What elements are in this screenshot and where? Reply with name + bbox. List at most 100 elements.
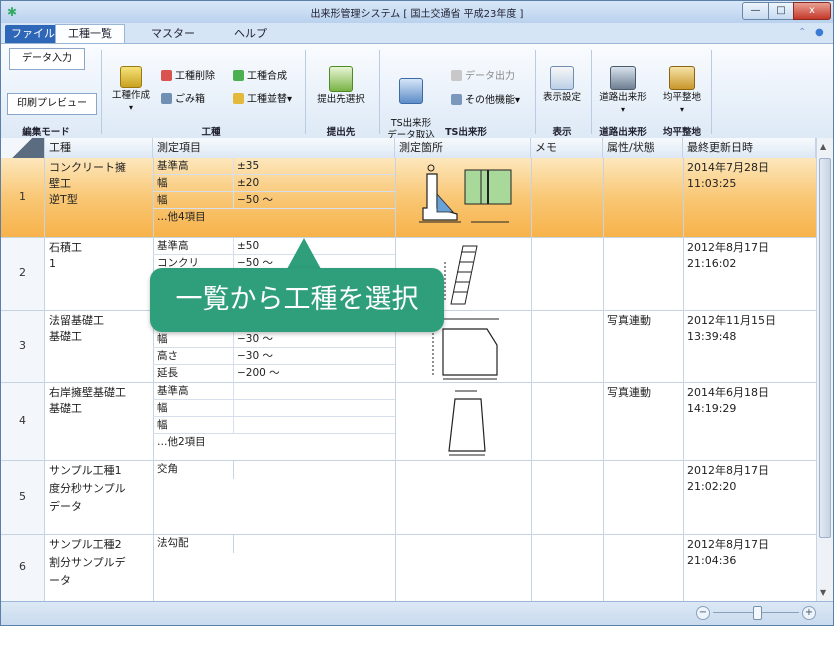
dropdown-arrow-icon: ▾: [128, 103, 133, 112]
worktype-name: コンクリート擁: [49, 161, 126, 174]
worktype-name: 壁工: [49, 177, 71, 190]
row-number[interactable]: 4: [1, 383, 45, 460]
scroll-up-icon[interactable]: ▲: [820, 142, 826, 151]
worktype-name: 度分秒サンプル: [49, 482, 126, 495]
header-measure-location[interactable]: 測定箇所: [395, 138, 531, 158]
zoom-in-button[interactable]: +: [802, 606, 816, 620]
column-divider: [395, 158, 396, 237]
group-separator: [379, 50, 380, 134]
measure-item: 基準高: [153, 383, 395, 400]
table-row[interactable]: 1 コンクリート擁 壁工 逆T型 基準高 ±35 幅 ±20 幅 −50 ～ …他4項…: [1, 158, 816, 238]
tab-file[interactable]: ファイル: [5, 25, 61, 43]
row-number[interactable]: 6: [1, 535, 45, 601]
column-divider: [683, 238, 684, 310]
instruction-callout: 一覧から工種を選択: [150, 268, 444, 332]
leveling-button[interactable]: 均平整地 ▾: [657, 66, 707, 116]
zoom-out-button[interactable]: −: [696, 606, 710, 620]
table-row[interactable]: 5 サンプル工種1 度分秒サンプル データ 交角 2012年8月17日 21:0…: [1, 461, 816, 535]
group-separator: [711, 50, 712, 134]
data-output-icon: [451, 70, 462, 81]
column-divider: [531, 311, 532, 382]
measure-item: 幅: [153, 417, 395, 434]
header-status[interactable]: 属性/状態: [603, 138, 683, 158]
maximize-button[interactable]: □: [768, 2, 794, 20]
group-label-display: 表示: [552, 127, 572, 138]
data-output-label: データ出力: [465, 71, 515, 82]
other-functions-icon: [451, 94, 462, 105]
column-divider: [683, 158, 684, 237]
status-text: 写真連動: [607, 386, 651, 399]
tab-master[interactable]: マスター: [139, 25, 207, 43]
scroll-thumb[interactable]: [819, 158, 831, 538]
trash-button[interactable]: ごみ箱: [161, 93, 205, 107]
delete-worktype-button[interactable]: 工種削除: [161, 70, 215, 84]
status-text: 写真連動: [607, 314, 651, 327]
select-destination-button[interactable]: 提出先選択: [309, 66, 373, 106]
column-divider: [233, 535, 234, 553]
measure-item: …他4項目: [157, 211, 206, 223]
last-updated-date: 2012年8月17日: [687, 538, 769, 551]
column-divider: [603, 238, 604, 310]
measure-item: 高さ −30 ～: [153, 348, 395, 365]
zoom-slider-thumb[interactable]: [753, 606, 762, 620]
combine-icon: [233, 70, 244, 81]
masonry-sketch: [444, 245, 478, 305]
trash-label: ごみ箱: [175, 94, 205, 105]
data-output-button[interactable]: データ出力: [451, 70, 515, 84]
column-divider: [395, 461, 396, 534]
measure-item: 基準高 ±50: [153, 238, 395, 255]
trash-icon: [161, 93, 172, 104]
last-updated-time: 21:02:20: [687, 480, 737, 493]
column-divider: [603, 383, 604, 460]
group-separator: [535, 50, 536, 134]
data-input-button[interactable]: データ入力: [9, 48, 85, 70]
leveling-icon: [669, 66, 695, 90]
minimize-button[interactable]: —: [742, 2, 769, 20]
close-button[interactable]: x: [793, 2, 831, 20]
group-separator: [101, 50, 102, 134]
grid-header: 工種 測定項目 測定箇所 メモ 属性/状態 最終更新日時: [1, 138, 816, 159]
road-dekigata-button[interactable]: 道路出来形 ▾: [591, 66, 655, 116]
combine-worktype-button[interactable]: 工種合成: [233, 70, 287, 84]
combine-worktype-label: 工種合成: [247, 71, 287, 82]
select-all-corner[interactable]: [1, 138, 45, 158]
vertical-scrollbar[interactable]: ▲ ▼: [816, 138, 833, 601]
scroll-down-icon[interactable]: ▼: [820, 588, 826, 597]
create-worktype-button[interactable]: 工種作成 ▾: [105, 66, 157, 114]
group-separator: [305, 50, 306, 134]
retaining-wall-sketch: [419, 164, 512, 223]
header-worktype[interactable]: 工種: [45, 138, 153, 158]
column-divider: [683, 461, 684, 534]
help-icon[interactable]: ●: [815, 27, 824, 38]
column-divider: [395, 535, 396, 601]
measure-item: 幅 −50 ～: [153, 192, 395, 209]
road-dekigata-label: 道路出来形: [599, 92, 647, 103]
row-number[interactable]: 2: [1, 238, 45, 310]
row-number[interactable]: 5: [1, 461, 45, 534]
display-settings-icon: [550, 66, 574, 90]
header-measure-item[interactable]: 測定項目: [153, 138, 395, 158]
group-label-road: 道路出来形: [599, 127, 647, 138]
column-divider: [603, 311, 604, 382]
group-label-worktype: 工種: [201, 127, 221, 138]
worktype-name: 石積工: [49, 241, 82, 254]
table-row[interactable]: 6 サンプル工種2 割分サンプルデ ータ 法勾配 2012年8月17日 21:0…: [1, 535, 816, 601]
column-divider: [603, 535, 604, 601]
header-last-updated[interactable]: 最終更新日時: [683, 138, 816, 158]
header-memo[interactable]: メモ: [531, 138, 603, 158]
table-row[interactable]: 4 右岸擁壁基礎工 基礎工 基準高 幅 幅 …他2項目 写真連動 2014年6月…: [1, 383, 816, 461]
worktype-name: 逆T型: [49, 193, 78, 206]
row-number[interactable]: 1: [1, 158, 45, 237]
tab-worktype-list[interactable]: 工種一覧: [55, 24, 125, 43]
other-functions-button[interactable]: その他機能▾: [451, 94, 520, 108]
group-label-leveling: 均平整地: [662, 127, 701, 138]
print-preview-button[interactable]: 印刷プレビュー: [7, 93, 97, 115]
row-number[interactable]: 3: [1, 311, 45, 382]
foundation-sketch: [448, 390, 486, 456]
column-divider: [683, 383, 684, 460]
ribbon-minimize-icon[interactable]: ⌃: [798, 27, 806, 38]
display-settings-button[interactable]: 表示設定: [537, 66, 587, 104]
tab-help[interactable]: ヘルプ: [222, 25, 279, 43]
sort-worktype-button[interactable]: 工種並替▾: [233, 93, 292, 107]
last-updated-date: 2014年7月28日: [687, 161, 769, 174]
